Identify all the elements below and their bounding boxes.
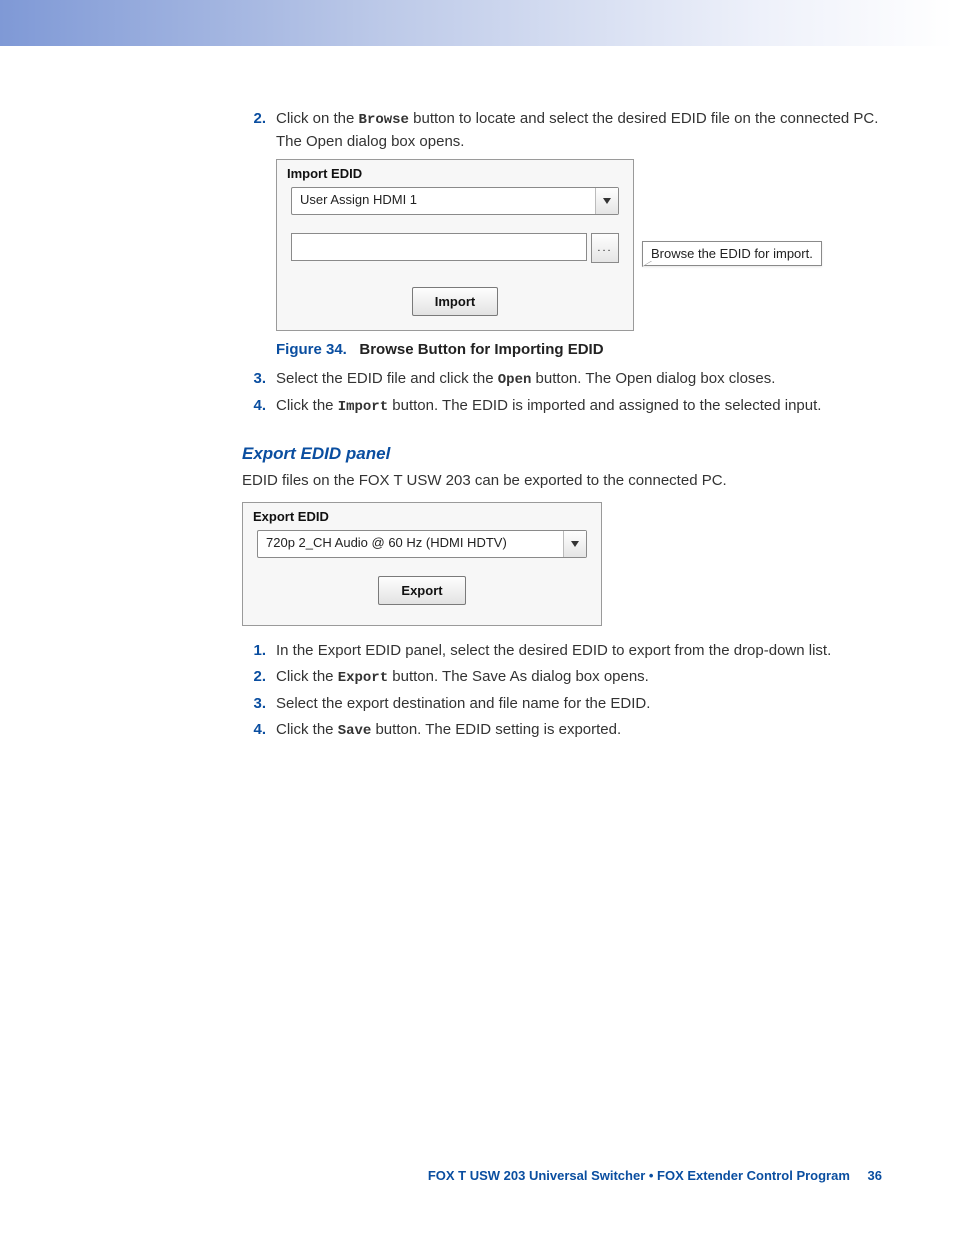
step-text-pre: Click the [276,397,338,414]
export-dropdown-value: 720p 2_CH Audio @ 60 Hz (HDMI HDTV) [266,535,507,550]
export-intro: EDID files on the FOX T USW 203 can be e… [242,470,882,492]
import-keyword: Import [338,399,388,415]
step-text-post: button. The EDID is imported and assigne… [388,397,821,414]
export-step-2: 2. Click the Export button. The Save As … [242,666,882,689]
step-3: 3. Select the EDID file and click the Op… [242,368,882,391]
export-button-label: Export [401,583,442,598]
header-gradient-bar [0,0,954,46]
step-number: 2. [242,666,266,688]
step-4: 4. Click the Import button. The EDID is … [242,395,882,418]
save-keyword: Save [338,723,372,739]
step-number: 3. [242,693,266,715]
step-text-post: button. The Save As dialog box opens. [388,668,649,685]
import-file-path-input[interactable] [291,233,587,261]
step-text-pre: Select the EDID file and click the [276,370,498,387]
chevron-down-icon [563,531,586,557]
export-keyword: Export [338,670,388,686]
import-edid-dropdown[interactable]: User Assign HDMI 1 [291,187,619,215]
page-footer: FOX T USW 203 Universal Switcher • FOX E… [0,1168,882,1183]
figure-label: Figure 34. [276,341,347,358]
page-number: 36 [868,1168,882,1183]
import-button-label: Import [435,294,475,309]
import-button[interactable]: Import [412,287,498,316]
step-text-post: button. The EDID setting is exported. [371,721,621,738]
step-number: 2. [242,108,266,130]
chevron-down-icon [595,188,618,214]
step-2: 2. Click on the Browse button to locate … [242,108,882,153]
step-text-post: button. The Open dialog box closes. [531,370,775,387]
step-number: 4. [242,719,266,741]
browse-tooltip: Browse the EDID for import. [642,241,822,266]
ellipsis-icon: ... [597,242,612,254]
export-step-1: 1. In the Export EDID panel, select the … [242,640,882,662]
export-step-4: 4. Click the Save button. The EDID setti… [242,719,882,742]
export-edid-dropdown[interactable]: 720p 2_CH Audio @ 60 Hz (HDMI HDTV) [257,530,587,558]
figure-title: Browse Button for Importing EDID [359,341,603,358]
browse-keyword: Browse [359,112,409,128]
export-edid-heading: Export EDID panel [242,444,882,464]
export-edid-panel: Export EDID 720p 2_CH Audio @ 60 Hz (HDM… [242,502,602,626]
step-number: 3. [242,368,266,390]
export-button[interactable]: Export [378,576,465,605]
step-number: 4. [242,395,266,417]
step-text: Select the export destination and file n… [276,695,650,712]
export-panel-title: Export EDID [243,503,601,530]
step-text: In the Export EDID panel, select the des… [276,642,831,659]
step-text-pre: Click the [276,668,338,685]
import-edid-panel: Import EDID User Assign HDMI 1 ... [276,159,634,331]
import-dropdown-value: User Assign HDMI 1 [300,192,417,207]
tooltip-text: Browse the EDID for import. [651,246,813,261]
step-number: 1. [242,640,266,662]
step-text-pre: Click the [276,721,338,738]
step-text-pre: Click on the [276,110,359,127]
footer-text: FOX T USW 203 Universal Switcher • FOX E… [428,1168,850,1183]
browse-button[interactable]: ... [591,233,619,263]
import-panel-title: Import EDID [277,160,633,187]
main-content: 2. Click on the Browse button to locate … [242,104,882,746]
figure-34-caption: Figure 34. Browse Button for Importing E… [276,341,882,358]
export-step-3: 3. Select the export destination and fil… [242,693,882,715]
open-keyword: Open [498,372,532,388]
